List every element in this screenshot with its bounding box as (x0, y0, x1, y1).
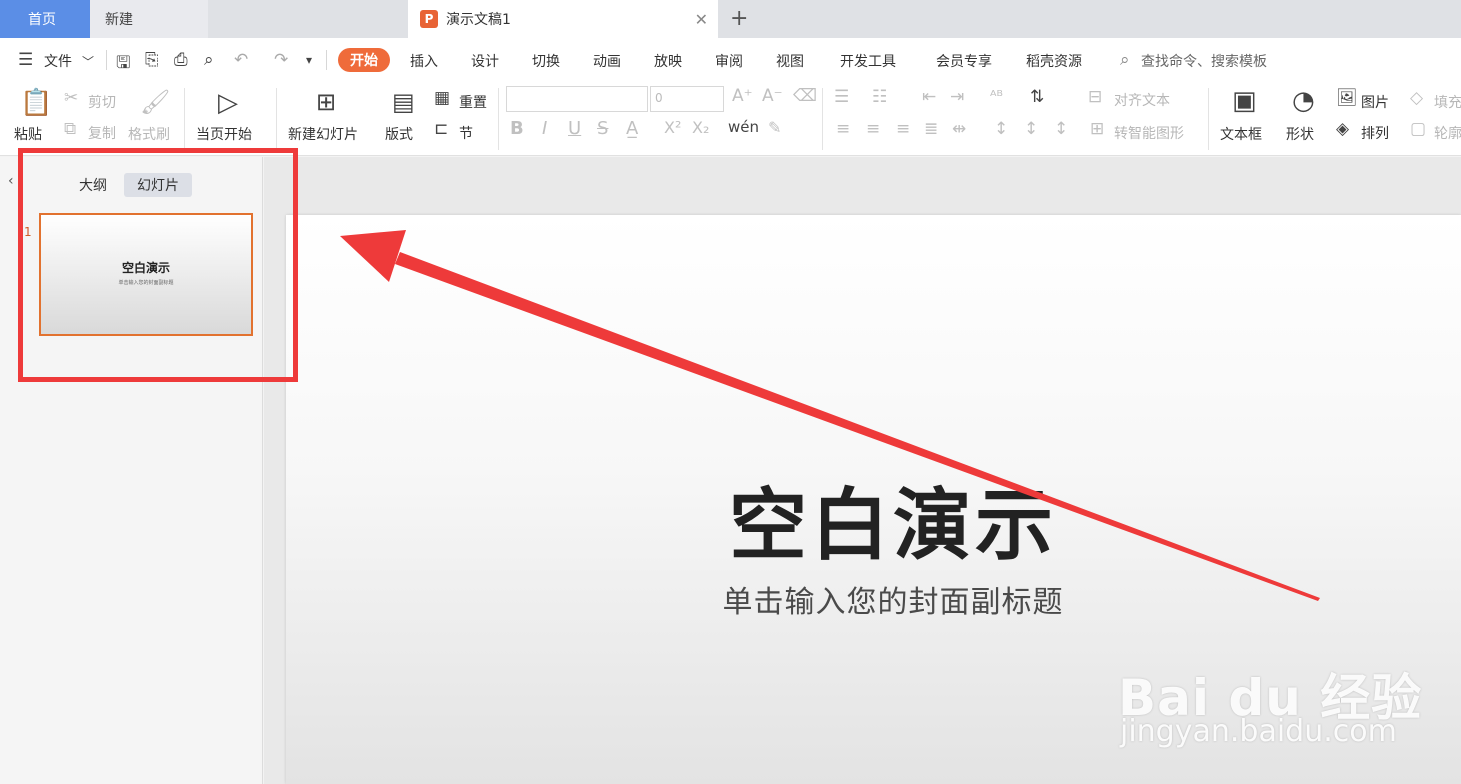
app-window: 首页 新建 P 演示文稿1 ✕ + ☰ 文件 ﹀ 🖫 ⎘ ⎙ ⌕ ↶ ↷ ▾ 开… (0, 0, 1461, 784)
watermark: Bai du 经验 jingyan.baidu.com (1118, 636, 1448, 756)
watermark-url: jingyan.baidu.com (1120, 714, 1397, 749)
